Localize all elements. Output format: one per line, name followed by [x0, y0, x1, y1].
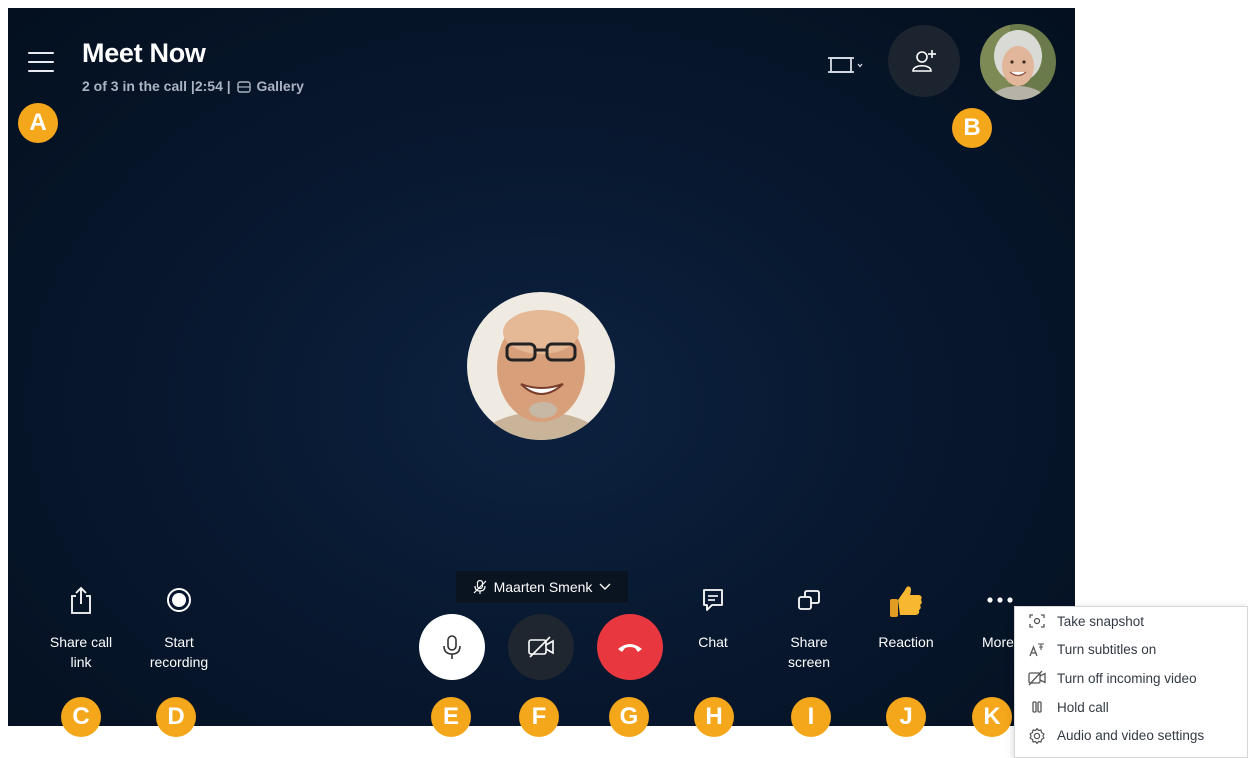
menu-item-av-settings[interactable]: Audio and video settings: [1015, 721, 1247, 750]
annotation-badge: G: [609, 697, 649, 737]
call-status: 2 of 3 in the call |2:54 | Gallery: [82, 78, 304, 94]
microphone-button[interactable]: [419, 614, 485, 680]
menu-item-hold-call[interactable]: Hold call: [1015, 693, 1247, 722]
gallery-icon: [236, 81, 251, 93]
view-mode: Gallery: [256, 78, 304, 94]
menu-item-label: Audio and video settings: [1057, 728, 1205, 744]
participant-count: 2 of 3 in the call: [82, 78, 188, 94]
share-screen-icon: [798, 590, 820, 610]
menu-item-label: Take snapshot: [1057, 613, 1145, 629]
start-recording-button[interactable]: Start recording: [134, 582, 224, 672]
share-screen-label: Share screen: [787, 634, 831, 670]
add-person-button[interactable]: [888, 25, 960, 97]
more-icon: [987, 597, 1013, 603]
record-icon: [167, 588, 191, 612]
participant-video-avatar: [467, 292, 615, 440]
annotation-badge: F: [519, 697, 559, 737]
annotation-badge: D: [156, 697, 196, 737]
annotation-badge: H: [694, 697, 734, 737]
active-speaker-chip[interactable]: Maarten Smenk: [456, 571, 628, 603]
share-call-link-label: Share call link: [49, 634, 113, 670]
add-person-icon: [912, 50, 936, 72]
annotation-badge: J: [886, 697, 926, 737]
microphone-muted-icon: [473, 579, 487, 594]
chat-button[interactable]: Chat: [678, 582, 748, 652]
menu-item-incoming-video[interactable]: Turn off incoming video: [1015, 664, 1247, 693]
hamburger-icon[interactable]: [28, 52, 54, 72]
speaker-name: Maarten Smenk: [493, 579, 593, 595]
annotation-badge: C: [61, 697, 101, 737]
status-separator: |: [226, 78, 231, 94]
reaction-label: Reaction: [878, 634, 934, 650]
end-call-button[interactable]: [597, 614, 663, 680]
reaction-button[interactable]: Reaction: [868, 582, 944, 652]
start-recording-label: Start recording: [149, 634, 209, 670]
share-call-link-button[interactable]: Share call link: [36, 582, 126, 672]
annotation-badge: I: [791, 697, 831, 737]
video-off-icon: [1027, 670, 1047, 686]
chat-label: Chat: [698, 634, 728, 650]
camera-button[interactable]: [508, 614, 574, 680]
share-screen-button[interactable]: Share screen: [774, 582, 844, 672]
menu-item-label: Hold call: [1057, 699, 1109, 715]
microphone-icon: [443, 635, 461, 659]
call-title: Meet Now: [82, 38, 206, 68]
end-call-icon: [618, 644, 642, 652]
menu-item-subtitles[interactable]: Turn subtitles on: [1015, 636, 1247, 665]
share-icon: [71, 586, 91, 614]
more-options-menu: Take snapshot Turn subtitles on Turn off…: [1014, 606, 1248, 758]
annotation-badge: E: [431, 697, 471, 737]
annotation-badge: K: [972, 697, 1012, 737]
snapshot-icon: [1027, 613, 1047, 629]
hold-icon: [1027, 699, 1047, 715]
thumbs-up-icon: [890, 586, 922, 617]
annotation-badge: B: [952, 108, 992, 148]
gear-icon: [1027, 727, 1047, 744]
call-window: Meet Now 2 of 3 in the call |2:54 | Gall…: [8, 8, 1075, 726]
subtitles-icon: [1027, 642, 1047, 658]
menu-item-label: Turn off incoming video: [1057, 670, 1197, 686]
annotation-badge: A: [18, 103, 58, 143]
call-duration: 2:54: [194, 78, 223, 94]
chat-icon: [703, 589, 723, 611]
chevron-down-icon: [599, 583, 611, 590]
menu-item-label: Turn subtitles on: [1057, 642, 1157, 658]
menu-item-take-snapshot[interactable]: Take snapshot: [1015, 607, 1247, 636]
layout-toggle-icon[interactable]: [828, 52, 868, 80]
camera-off-icon: [528, 636, 554, 658]
user-avatar[interactable]: [980, 24, 1056, 100]
